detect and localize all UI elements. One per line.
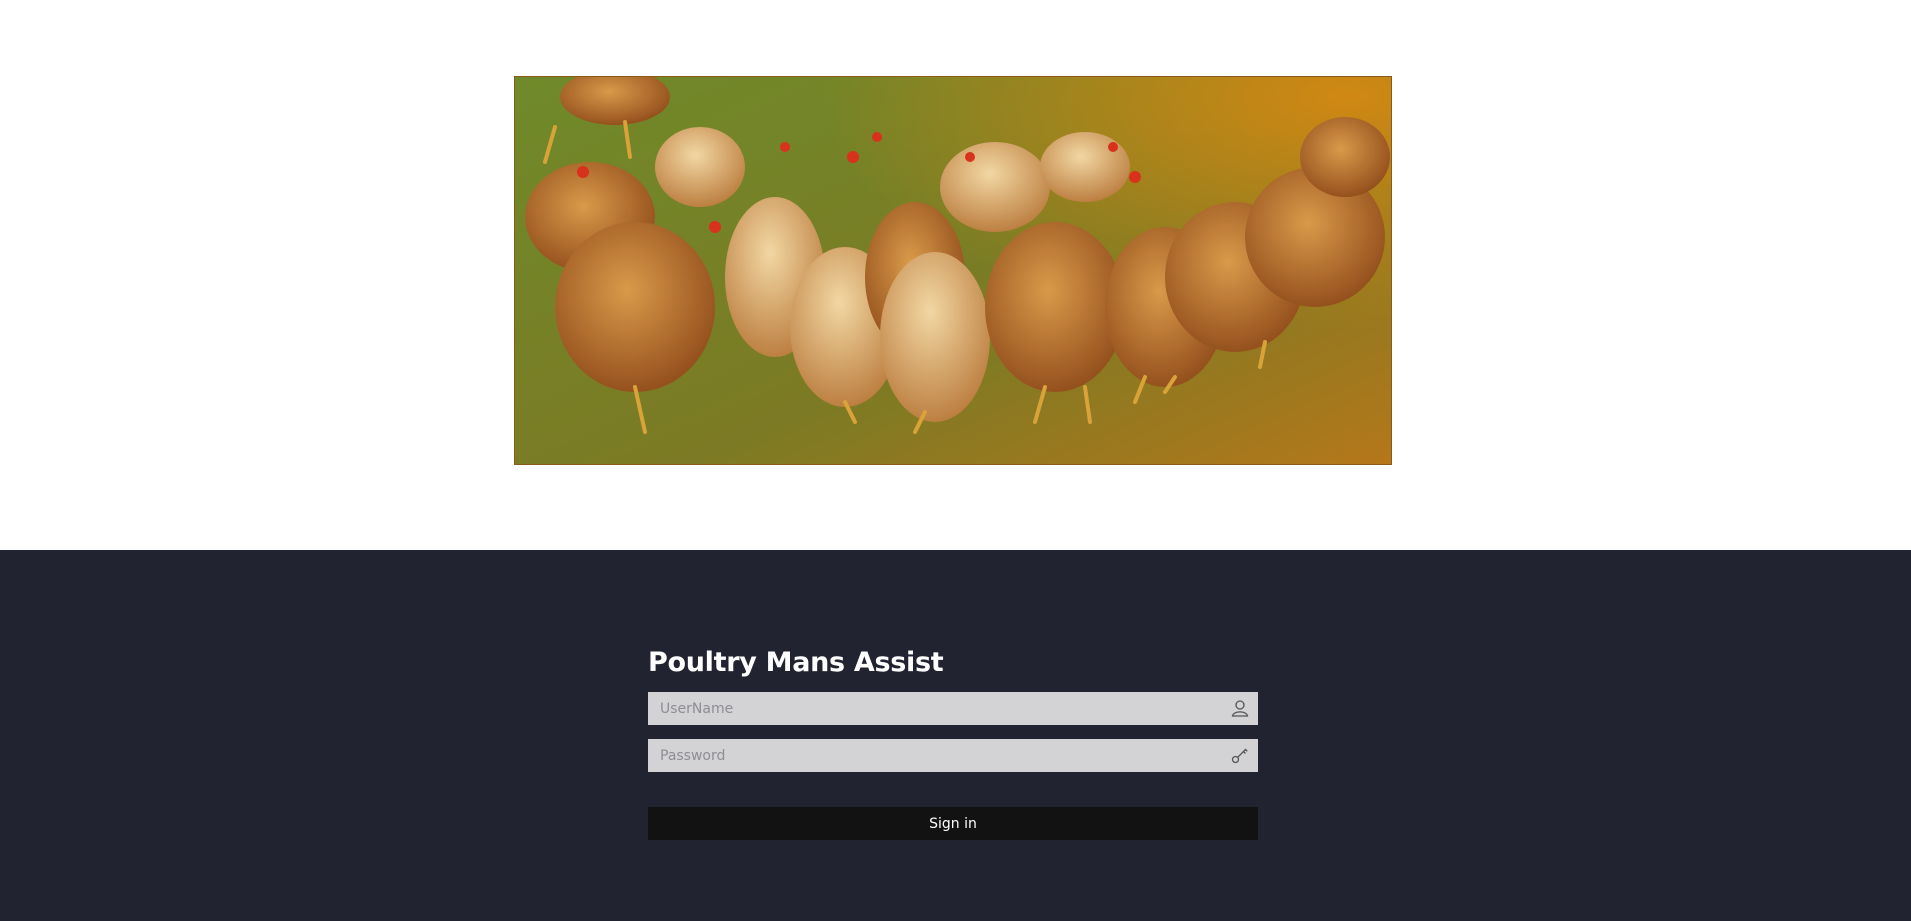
username-input[interactable] [648,692,1258,725]
sign-in-button[interactable]: Sign in [648,807,1258,840]
key-icon [1230,745,1250,765]
hero-chickens-image [514,76,1392,465]
password-field [648,739,1258,772]
app-title: Poultry Mans Assist [648,647,944,678]
user-icon [1230,698,1250,718]
header-area [0,0,1911,550]
username-field [648,692,1258,725]
password-input[interactable] [648,739,1258,772]
login-form: Poultry Mans Assist Sign in [648,645,1258,840]
